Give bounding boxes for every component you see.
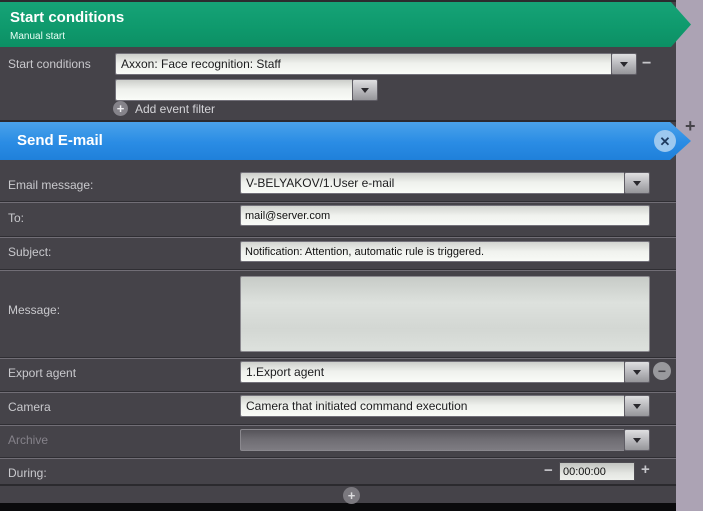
- export-agent-value: 1.Export agent: [240, 361, 624, 383]
- to-label: To:: [8, 211, 25, 225]
- remove-filter-icon[interactable]: −: [642, 55, 651, 73]
- start-conditions-subtitle: Manual start: [10, 31, 66, 42]
- to-input[interactable]: [240, 205, 650, 226]
- event-filter-1-dropdown-button[interactable]: [611, 53, 637, 75]
- row-divider: [0, 391, 676, 393]
- archive-dropdown-button[interactable]: [624, 429, 650, 451]
- chevron-down-icon: [633, 180, 641, 186]
- subject-label: Subject:: [8, 245, 52, 259]
- automation-rule-panel: Start conditions Manual start Start cond…: [0, 0, 691, 511]
- chevron-down-icon: [361, 87, 369, 93]
- bottom-bar: [0, 503, 676, 511]
- camera-label: Camera: [8, 400, 51, 414]
- start-conditions-title: Start conditions: [10, 9, 125, 26]
- email-message-dropdown-button[interactable]: [624, 172, 650, 194]
- archive-value: [240, 429, 624, 451]
- export-agent-label: Export agent: [8, 366, 77, 380]
- row-divider: [0, 201, 676, 203]
- camera-dropdown[interactable]: Camera that initiated command execution: [240, 395, 650, 417]
- chevron-down-icon: [633, 437, 641, 443]
- export-agent-dropdown-button[interactable]: [624, 361, 650, 383]
- row-divider: [0, 424, 676, 426]
- send-email-header: Send E-mail: [0, 122, 691, 160]
- event-filter-2-dropdown[interactable]: [115, 79, 378, 101]
- email-message-dropdown[interactable]: V-BELYAKOV/1.User e-mail: [240, 172, 650, 194]
- archive-dropdown: [240, 429, 650, 451]
- start-conditions-row-label: Start conditions: [8, 57, 91, 71]
- close-icon[interactable]: ✕: [654, 130, 676, 152]
- email-message-label: Email message:: [8, 178, 94, 192]
- add-rule-icon[interactable]: +: [685, 116, 696, 137]
- section-divider: [0, 120, 676, 122]
- add-event-filter-icon[interactable]: +: [113, 101, 128, 116]
- chevron-down-icon: [620, 61, 628, 67]
- camera-dropdown-button[interactable]: [624, 395, 650, 417]
- export-agent-dropdown[interactable]: 1.Export agent: [240, 361, 650, 383]
- add-event-filter-label[interactable]: Add event filter: [135, 102, 215, 116]
- event-filter-1-value: Axxon: Face recognition: Staff: [115, 53, 611, 75]
- camera-value: Camera that initiated command execution: [240, 395, 624, 417]
- during-time-input[interactable]: [559, 462, 635, 481]
- event-filter-1-dropdown[interactable]: Axxon: Face recognition: Staff: [115, 53, 637, 75]
- add-action-icon[interactable]: +: [343, 487, 360, 504]
- subject-input[interactable]: [240, 241, 650, 262]
- row-divider: [0, 269, 676, 271]
- during-decrement-icon[interactable]: −: [544, 462, 553, 479]
- event-filter-2-value: [115, 79, 352, 101]
- email-message-value: V-BELYAKOV/1.User e-mail: [240, 172, 624, 194]
- row-divider: [0, 236, 676, 238]
- message-label: Message:: [8, 303, 61, 317]
- start-conditions-header: Start conditions Manual start: [0, 2, 691, 47]
- remove-export-agent-icon[interactable]: −: [653, 362, 671, 380]
- during-label: During:: [8, 466, 47, 480]
- chevron-down-icon: [633, 369, 641, 375]
- message-textarea[interactable]: [240, 276, 650, 352]
- archive-label: Archive: [8, 433, 49, 447]
- event-filter-2-dropdown-button[interactable]: [352, 79, 378, 101]
- send-email-title: Send E-mail: [17, 132, 103, 149]
- row-divider: [0, 357, 676, 359]
- chevron-down-icon: [633, 403, 641, 409]
- row-divider: [0, 457, 676, 459]
- row-divider: [0, 484, 676, 486]
- top-border: [0, 0, 676, 2]
- during-increment-icon[interactable]: +: [641, 461, 650, 478]
